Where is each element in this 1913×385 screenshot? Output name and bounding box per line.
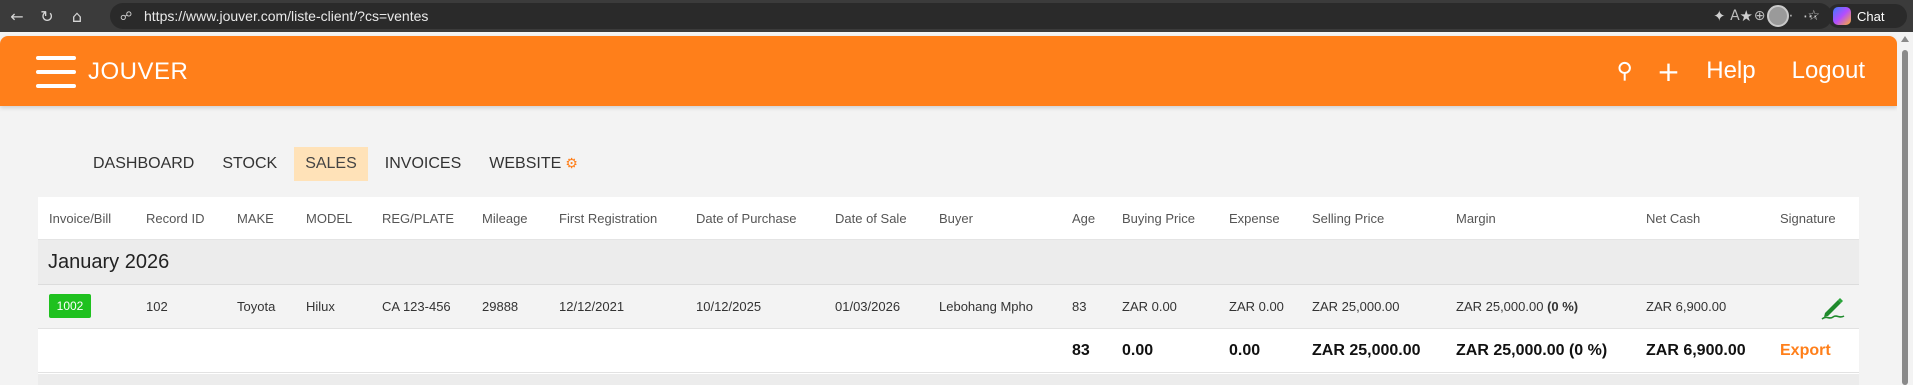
address-bar[interactable]: ☍ https://www.jouver.com/liste-client/?c… (110, 3, 1832, 29)
logout-link[interactable]: Logout (1792, 57, 1865, 85)
search-icon[interactable]: ⚲ (1617, 59, 1633, 84)
home-icon[interactable]: ⌂ (64, 3, 90, 29)
gear-icon[interactable]: ⚙ (565, 156, 578, 172)
cell-margin: ZAR 25,000.00 (0 %) (1456, 299, 1578, 314)
cell-make: Toyota (237, 299, 276, 314)
cell-margin-pct: (0 %) (1547, 299, 1579, 314)
header-actions: ⚲ + Help Logout (1617, 36, 1897, 106)
cell-expense: ZAR 0.00 (1229, 299, 1284, 314)
col-invoice-bill[interactable]: Invoice/Bill (49, 211, 111, 226)
table-row[interactable]: 1002 102 Toyota Hilux CA 123-456 29888 1… (38, 285, 1859, 329)
signature-pen-icon[interactable] (1819, 293, 1847, 321)
cell-margin-value: ZAR 25,000.00 (1456, 299, 1544, 314)
col-margin[interactable]: Margin (1456, 211, 1496, 226)
profile-avatar[interactable] (1767, 5, 1789, 27)
total-net-cash: ZAR 6,900.00 (1646, 342, 1746, 359)
cell-selling-price: ZAR 25,000.00 (1312, 299, 1400, 314)
cell-record-id: 102 (146, 299, 168, 314)
col-selling-price[interactable]: Selling Price (1312, 211, 1384, 226)
totals-row: 83 0.00 0.00 ZAR 25,000.00 ZAR 25,000.00… (38, 329, 1859, 373)
help-link[interactable]: Help (1706, 57, 1755, 85)
col-record-id[interactable]: Record ID (146, 211, 205, 226)
col-age[interactable]: Age (1072, 211, 1095, 226)
total-margin: ZAR 25,000.00 (0 %) (1456, 342, 1608, 359)
extensions-icon[interactable]: ✦ (1713, 7, 1726, 25)
col-buyer[interactable]: Buyer (939, 211, 973, 226)
tab-stock[interactable]: STOCK (211, 147, 288, 181)
cell-date-of-purchase: 10/12/2025 (696, 299, 762, 314)
back-arrow-icon[interactable]: ← (4, 3, 30, 29)
chat-label: Chat (1857, 8, 1885, 24)
col-reg-plate[interactable]: REG/PLATE (382, 211, 454, 226)
cell-date-of-sale: 01/03/2026 (835, 299, 901, 314)
col-signature: Signature (1780, 211, 1836, 226)
tab-sales[interactable]: SALES (294, 147, 368, 181)
brand-logo-text[interactable]: JOUVER (88, 58, 188, 86)
tab-invoices[interactable]: INVOICES (374, 147, 472, 181)
cell-buying-price: ZAR 0.00 (1122, 299, 1177, 314)
col-net-cash[interactable]: Net Cash (1646, 211, 1700, 226)
hamburger-menu-icon[interactable] (36, 56, 76, 88)
col-buying-price[interactable]: Buying Price (1122, 211, 1195, 226)
col-model[interactable]: MODEL (306, 211, 352, 226)
month-group-row: January 2026 (38, 240, 1859, 285)
page-scrollbar[interactable] (1897, 32, 1913, 385)
url-text[interactable]: https://www.jouver.com/liste-client/?cs=… (144, 8, 428, 24)
cell-net-cash: ZAR 6,900.00 (1646, 299, 1727, 314)
tab-dashboard[interactable]: DASHBOARD (82, 147, 205, 181)
table-header-row: Invoice/Bill Record ID MAKE MODEL REG/PL… (38, 197, 1859, 240)
cell-plate: CA 123-456 (382, 299, 451, 314)
cell-mileage: 29888 (482, 299, 519, 314)
add-icon[interactable]: + (1657, 55, 1680, 88)
col-date-of-sale[interactable]: Date of Sale (835, 211, 907, 226)
total-selling-price: ZAR 25,000.00 (1312, 342, 1421, 359)
cell-model: Hilux (306, 299, 335, 314)
total-age: 83 (1072, 342, 1090, 359)
favorites-icon[interactable]: ★ (1740, 7, 1753, 25)
col-first-registration[interactable]: First Registration (559, 211, 657, 226)
cell-buyer: Lebohang Mpho (939, 299, 1033, 314)
cell-first-registration: 12/12/2021 (559, 299, 625, 314)
next-group-row (38, 374, 1859, 385)
browser-toolbar: ← ↻ ⌂ ☍ https://www.jouver.com/liste-cli… (0, 0, 1913, 32)
scroll-up-arrow-icon[interactable] (1901, 36, 1909, 42)
browser-actions: ✦ ★ ⋯ (1713, 0, 1818, 32)
export-link[interactable]: Export (1780, 342, 1831, 360)
col-expense[interactable]: Expense (1229, 211, 1280, 226)
col-make[interactable]: MAKE (237, 211, 274, 226)
col-mileage[interactable]: Mileage (482, 211, 528, 226)
cell-age: 83 (1072, 299, 1087, 314)
sales-table: Invoice/Bill Record ID MAKE MODEL REG/PL… (38, 197, 1859, 385)
total-buying-price: 0.00 (1122, 342, 1154, 359)
settings-more-icon[interactable]: ⋯ (1803, 7, 1818, 25)
tab-website-label: WEBSITE (489, 155, 562, 172)
section-tabs: DASHBOARD STOCK SALES INVOICES WEBSITE ⚙ (82, 147, 595, 181)
invoice-badge[interactable]: 1002 (49, 294, 91, 318)
month-group-label: January 2026 (48, 251, 170, 273)
copilot-logo-icon (1833, 7, 1851, 25)
tab-website[interactable]: WEBSITE ⚙ (478, 147, 589, 181)
app-header: JOUVER ⚲ + Help Logout (0, 36, 1897, 106)
scroll-thumb[interactable] (1902, 50, 1908, 385)
site-info-icon[interactable]: ☍ (120, 9, 136, 23)
col-date-of-purchase[interactable]: Date of Purchase (696, 211, 796, 226)
copilot-chat-button[interactable]: Chat (1827, 4, 1907, 28)
total-expense: 0.00 (1229, 342, 1261, 359)
refresh-icon[interactable]: ↻ (34, 3, 60, 29)
